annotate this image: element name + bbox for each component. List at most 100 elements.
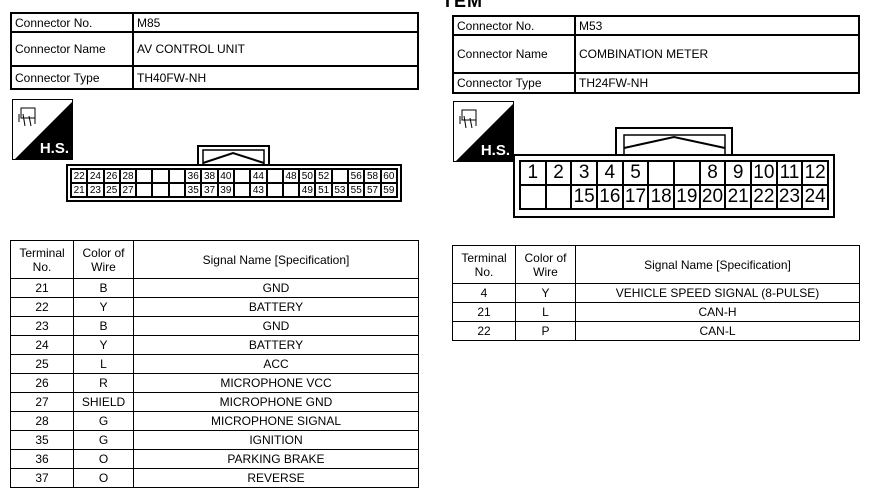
label: Connector Name [452, 34, 576, 74]
pin-26: 26 [103, 169, 120, 183]
pin-empty [152, 183, 169, 197]
label: Connector Type [10, 65, 134, 90]
pin-21: 21 [725, 185, 751, 209]
pin-empty [282, 183, 300, 197]
label: Connector Name [10, 31, 134, 67]
pin-empty [266, 183, 283, 197]
terminal-cell: 22 [452, 321, 516, 341]
connector-type: TH24FW-NH [574, 72, 860, 94]
signal-cell: BATTERY [133, 335, 419, 355]
color-cell: G [73, 411, 134, 431]
pin-38: 38 [201, 169, 218, 183]
terminal-cell: 21 [452, 302, 516, 322]
pin-empty [136, 183, 153, 197]
pin-empty [266, 169, 283, 183]
label: Connector No. [452, 15, 576, 36]
header-terminal: Terminal No. [452, 245, 516, 284]
pin-60: 60 [380, 169, 397, 183]
signal-cell: MICROPHONE GND [133, 392, 419, 412]
left-connector-info: Connector No. M85 Connector Name AV CONTRO… [10, 12, 419, 90]
pin-19: 19 [673, 185, 700, 209]
connector-no: M53 [574, 15, 860, 36]
pin-16: 16 [596, 185, 623, 209]
right-terminal-table: Terminal No. Color of Wire Signal Name [Sp… [452, 245, 860, 341]
table-row: 35 G IGNITION [10, 430, 419, 450]
pin-39: 39 [217, 183, 234, 197]
pin-24: 24 [802, 185, 828, 209]
signal-cell: MICROPHONE SIGNAL [133, 411, 419, 431]
pin-27: 27 [119, 183, 137, 197]
color-cell: O [73, 449, 134, 469]
table-row: 21 B GND [10, 278, 419, 298]
table-row: 37 O REVERSE [10, 468, 419, 488]
terminal-cell: 26 [10, 373, 74, 393]
pin-5: 5 [622, 161, 649, 185]
pin-empty [168, 183, 186, 197]
terminal-cell: 36 [10, 449, 74, 469]
pin-22: 22 [71, 169, 88, 183]
pin-35: 35 [185, 183, 202, 197]
pin-48: 48 [282, 169, 300, 183]
color-cell: L [73, 354, 134, 374]
table-row: 22 Y BATTERY [10, 297, 419, 317]
connector-type: TH40FW-NH [132, 65, 419, 90]
table-row: 25 L ACC [10, 354, 419, 374]
pin-43: 43 [250, 183, 267, 197]
pin-9: 9 [725, 161, 751, 185]
right-connector-info: Connector No. M53 Connector Name COMBINATI… [452, 15, 860, 94]
pin-8: 8 [699, 161, 726, 185]
pin-36: 36 [185, 169, 202, 183]
pin-23: 23 [87, 183, 104, 197]
terminal-cell: 21 [10, 278, 74, 298]
hs-label: H.S. [39, 140, 69, 157]
right-connector-face: 1 2 3 4 5 8 9 10 11 12 15 16 17 18 19 20 21 22 23 24 [513, 154, 835, 218]
color-cell: SHIELD [73, 392, 134, 412]
pin-57: 57 [364, 183, 381, 197]
pin-55: 55 [348, 183, 365, 197]
terminal-cell: 24 [10, 335, 74, 355]
pin-37: 37 [201, 183, 218, 197]
hs-label: H.S. [480, 142, 510, 159]
table-row: 22 P CAN-L [452, 321, 860, 341]
terminal-cell: 25 [10, 354, 74, 374]
pin-59: 59 [380, 183, 397, 197]
header-signal: Signal Name [Specification] [133, 240, 419, 279]
signal-cell: VEHICLE SPEED SIGNAL (8-PULSE) [575, 283, 860, 303]
table-row: 26 R MICROPHONE VCC [10, 373, 419, 393]
pin-18: 18 [648, 185, 674, 209]
color-cell: L [515, 302, 576, 322]
signal-cell: PARKING BRAKE [133, 449, 419, 469]
table-row: 21 L CAN-H [452, 302, 860, 322]
pin-12: 12 [802, 161, 828, 185]
color-cell: G [73, 430, 134, 450]
header-signal: Signal Name [Specification] [575, 245, 860, 284]
pin-15: 15 [571, 185, 597, 209]
pin-53: 53 [331, 183, 349, 197]
signal-cell: CAN-H [575, 302, 860, 322]
pin-10: 10 [750, 161, 777, 185]
pin-58: 58 [364, 169, 381, 183]
pin-52: 52 [315, 169, 332, 183]
pin-empty [331, 169, 349, 183]
color-cell: R [73, 373, 134, 393]
color-cell: Y [515, 283, 576, 303]
table-row: 36 O PARKING BRAKE [10, 449, 419, 469]
pin-2: 2 [545, 161, 572, 185]
signal-cell: BATTERY [133, 297, 419, 317]
pin-40: 40 [217, 169, 234, 183]
signal-cell: GND [133, 316, 419, 336]
signal-cell: IGNITION [133, 430, 419, 450]
terminal-cell: 37 [10, 468, 74, 488]
connector-name: COMBINATION METER [574, 34, 860, 74]
color-cell: Y [73, 335, 134, 355]
partial-heading: TEM [442, 0, 483, 11]
terminal-cell: 23 [10, 316, 74, 336]
label: Connector No. [10, 12, 134, 33]
terminal-cell: 4 [452, 283, 516, 303]
harness-side-icon: H.S. [453, 101, 514, 162]
terminal-cell: 22 [10, 297, 74, 317]
pin-21: 21 [71, 183, 88, 197]
signal-cell: CAN-L [575, 321, 860, 341]
pin-28: 28 [119, 169, 137, 183]
pin-empty [152, 169, 169, 183]
